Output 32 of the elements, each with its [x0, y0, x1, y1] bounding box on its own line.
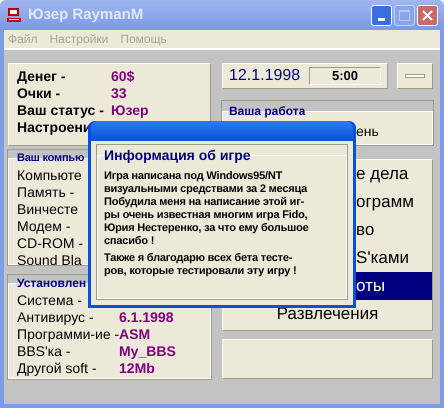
computer-label: Винчесте — [17, 201, 78, 218]
software-label: Другой soft - — [17, 360, 98, 377]
computer-label: Sound Bla — [17, 252, 82, 269]
group-title: Информация об игре — [104, 146, 251, 165]
stat-label: Ваш статус - — [17, 102, 105, 119]
computer-label: CD-ROM - — [17, 235, 84, 252]
software-value: My_BBS — [119, 343, 176, 360]
date-text: 12.1.1998 — [229, 66, 300, 86]
stat-label: Денег - — [17, 68, 67, 85]
software-value: ASM — [119, 326, 150, 343]
group-title: Ваш компью — [17, 151, 84, 166]
work-text: ень — [356, 123, 379, 139]
stat-label: Настроени — [17, 119, 92, 136]
group-title: Ваша работа — [229, 103, 306, 120]
info-paragraph: Также я благодарю всех бета тесте- ров, которые тестировали эту игру ! — [104, 252, 298, 278]
software-label: Программи-ие - — [17, 326, 119, 343]
software-label: Антивирус - — [17, 309, 95, 326]
software-label: Система - — [17, 292, 83, 309]
stat-value: 60$ — [111, 68, 134, 85]
computer-label: Модем - — [17, 218, 70, 235]
time-field: 5:00 — [309, 67, 381, 85]
info-paragraph: Игра написана под Windows95/NT визуальными средствами за 2 месяца Побудила меня на написание этой иг- ры очень известная многим игра Fido, Юрия Нестеренко, за что ему большое спасибо ! — [104, 170, 310, 248]
software-label: BBS'ка - — [17, 343, 72, 360]
computer-label: Память - — [17, 184, 74, 201]
software-value: 12Mb — [119, 360, 155, 377]
computer-label: Компьюте — [17, 167, 82, 184]
window-title: Юзер RaymanM — [28, 4, 144, 25]
software-value: 6.1.1998 — [119, 309, 174, 326]
stat-value: Юзер — [111, 102, 149, 119]
group-title: Установлен — [17, 275, 86, 292]
stat-value: 33 — [111, 85, 127, 102]
stat-label: Очки - — [17, 85, 62, 102]
